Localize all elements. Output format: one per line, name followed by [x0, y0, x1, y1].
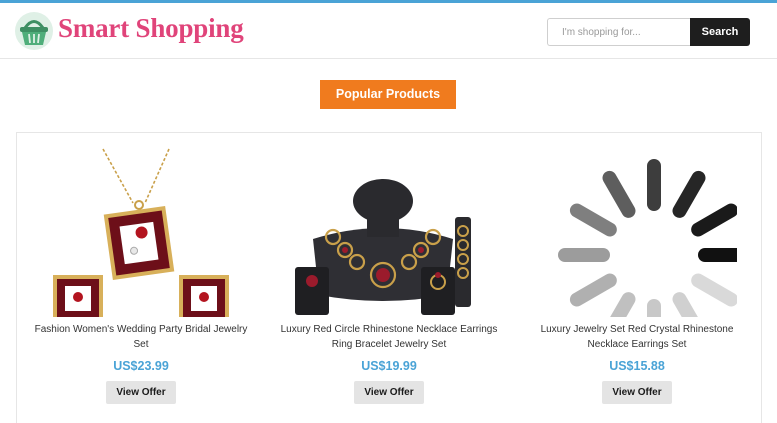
product-image[interactable]: [41, 147, 241, 317]
view-offer-button[interactable]: View Offer: [106, 381, 176, 404]
product-title[interactable]: Fashion Women's Wedding Party Bridal Jew…: [27, 322, 255, 352]
product-price: US$23.99: [113, 359, 169, 373]
product-card: Fashion Women's Wedding Party Bridal Jew…: [17, 133, 265, 423]
loading-spinner-icon: [558, 159, 737, 317]
product-card: Luxury Jewelry Set Red Crystal Rhineston…: [513, 133, 761, 423]
product-title[interactable]: Luxury Jewelry Set Red Crystal Rhineston…: [523, 322, 751, 352]
product-image[interactable]: [289, 147, 489, 317]
shopping-basket-icon[interactable]: [14, 11, 54, 51]
product-card: Luxury Red Circle Rhinestone Necklace Ea…: [265, 133, 513, 423]
product-price: US$19.99: [361, 359, 417, 373]
search-button[interactable]: Search: [690, 18, 750, 46]
product-title[interactable]: Luxury Red Circle Rhinestone Necklace Ea…: [275, 322, 503, 352]
view-offer-button[interactable]: View Offer: [602, 381, 672, 404]
brand-name[interactable]: Smart Shopping: [58, 13, 244, 44]
product-price: US$15.88: [609, 359, 665, 373]
product-grid: Fashion Women's Wedding Party Bridal Jew…: [16, 132, 762, 423]
view-offer-button[interactable]: View Offer: [354, 381, 424, 404]
search-input[interactable]: [547, 18, 691, 46]
section-title: Popular Products: [320, 80, 456, 109]
site-header: Smart Shopping Search: [0, 3, 777, 59]
